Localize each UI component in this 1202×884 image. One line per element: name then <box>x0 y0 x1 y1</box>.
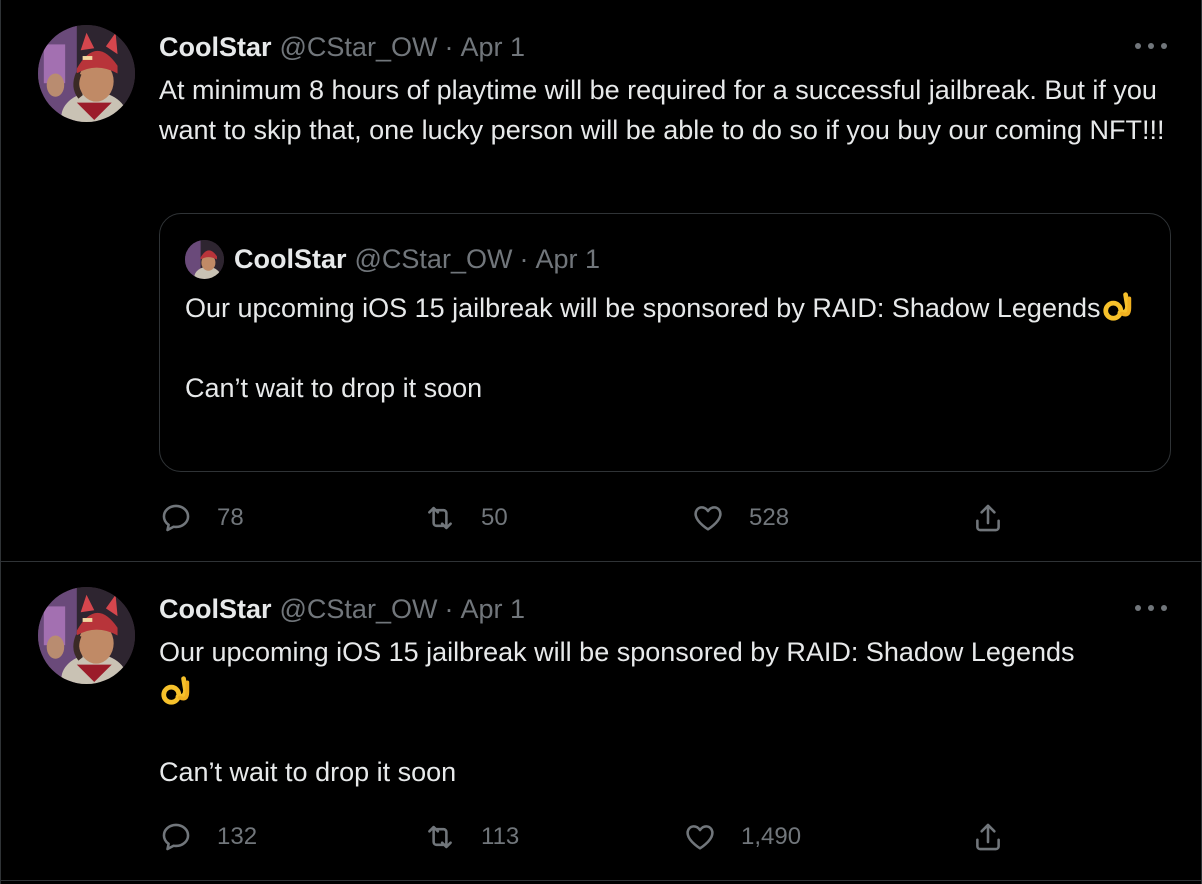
avatar[interactable] <box>38 25 135 122</box>
tweet-text-line2: Can’t wait to drop it soon <box>159 757 457 787</box>
ok-hand-emoji-icon <box>1101 289 1135 323</box>
separator: · <box>444 31 454 62</box>
ok-hand-emoji-icon <box>159 673 193 707</box>
quoted-date: Apr 1 <box>535 243 600 274</box>
quoted-text-line2: Can’t wait to drop it soon <box>185 373 483 403</box>
more-options-icon[interactable] <box>1135 38 1167 54</box>
like-button[interactable]: 1,490 <box>683 815 801 859</box>
tweet-actions: 132 113 1,490 <box>159 815 1159 859</box>
tweet-text-line1: Our upcoming iOS 15 jailbreak will be sp… <box>159 637 1075 667</box>
quoted-text-line1: Our upcoming iOS 15 jailbreak will be sp… <box>185 293 1101 323</box>
reply-button[interactable]: 78 <box>159 496 244 540</box>
tweet-date[interactable]: Apr 1 <box>460 594 525 625</box>
avatar[interactable] <box>38 587 135 684</box>
tweet[interactable]: CoolStar @CStar_OW · Apr 1 Our upcoming … <box>1 562 1201 881</box>
avatar-image <box>185 240 224 279</box>
separator: · <box>519 243 529 274</box>
share-icon <box>976 504 1000 532</box>
avatar-image <box>38 587 135 684</box>
like-button[interactable]: 528 <box>691 496 789 540</box>
author-name[interactable]: CoolStar <box>159 32 272 63</box>
author-handle[interactable]: @CStar_OW <box>280 594 438 625</box>
like-count: 528 <box>749 504 790 531</box>
tweet-header: CoolStar @CStar_OW · Apr 1 <box>159 30 525 64</box>
quoted-text: Our upcoming iOS 15 jailbreak will be sp… <box>185 288 1145 408</box>
timeline: CoolStar @CStar_OW · Apr 1 At minimum 8 … <box>0 0 1202 884</box>
reply-count: 78 <box>217 504 244 531</box>
tweet-text: At minimum 8 hours of playtime will be r… <box>159 75 1165 145</box>
quoted-tweet[interactable]: CoolStar @CStar_OW · Apr 1 Our upcoming … <box>159 213 1171 472</box>
retweet-count: 113 <box>481 823 520 850</box>
quoted-author-name: CoolStar <box>234 243 347 274</box>
avatar-image <box>38 25 135 122</box>
retweet-icon <box>428 825 452 849</box>
retweet-icon <box>428 506 452 530</box>
retweet-button[interactable]: 113 <box>423 815 519 859</box>
heart-icon <box>686 825 714 850</box>
reply-icon <box>162 823 190 851</box>
reply-button[interactable]: 132 <box>159 815 257 859</box>
retweet-button[interactable]: 50 <box>423 496 508 540</box>
quoted-avatar <box>185 240 224 279</box>
tweet[interactable]: CoolStar @CStar_OW · Apr 1 At minimum 8 … <box>1 0 1201 562</box>
reply-count: 132 <box>217 823 258 850</box>
share-button[interactable] <box>971 815 1005 859</box>
quoted-header: CoolStar @CStar_OW · Apr 1 <box>234 242 600 276</box>
author-name[interactable]: CoolStar <box>159 594 272 625</box>
separator: · <box>444 593 454 624</box>
tweet-text: Our upcoming iOS 15 jailbreak will be sp… <box>159 632 1179 792</box>
tweet-actions: 78 50 528 <box>159 496 1159 540</box>
author-handle[interactable]: @CStar_OW <box>280 32 438 63</box>
quoted-author-handle: @CStar_OW <box>354 243 513 274</box>
heart-icon <box>694 506 722 531</box>
retweet-count: 50 <box>481 504 508 531</box>
share-icon <box>976 823 1000 851</box>
share-button[interactable] <box>971 496 1005 540</box>
more-options-icon[interactable] <box>1135 600 1167 616</box>
reply-icon <box>162 504 190 532</box>
like-count: 1,490 <box>741 823 802 850</box>
tweet-header: CoolStar @CStar_OW · Apr 1 <box>159 592 525 626</box>
tweet-date[interactable]: Apr 1 <box>460 32 525 63</box>
